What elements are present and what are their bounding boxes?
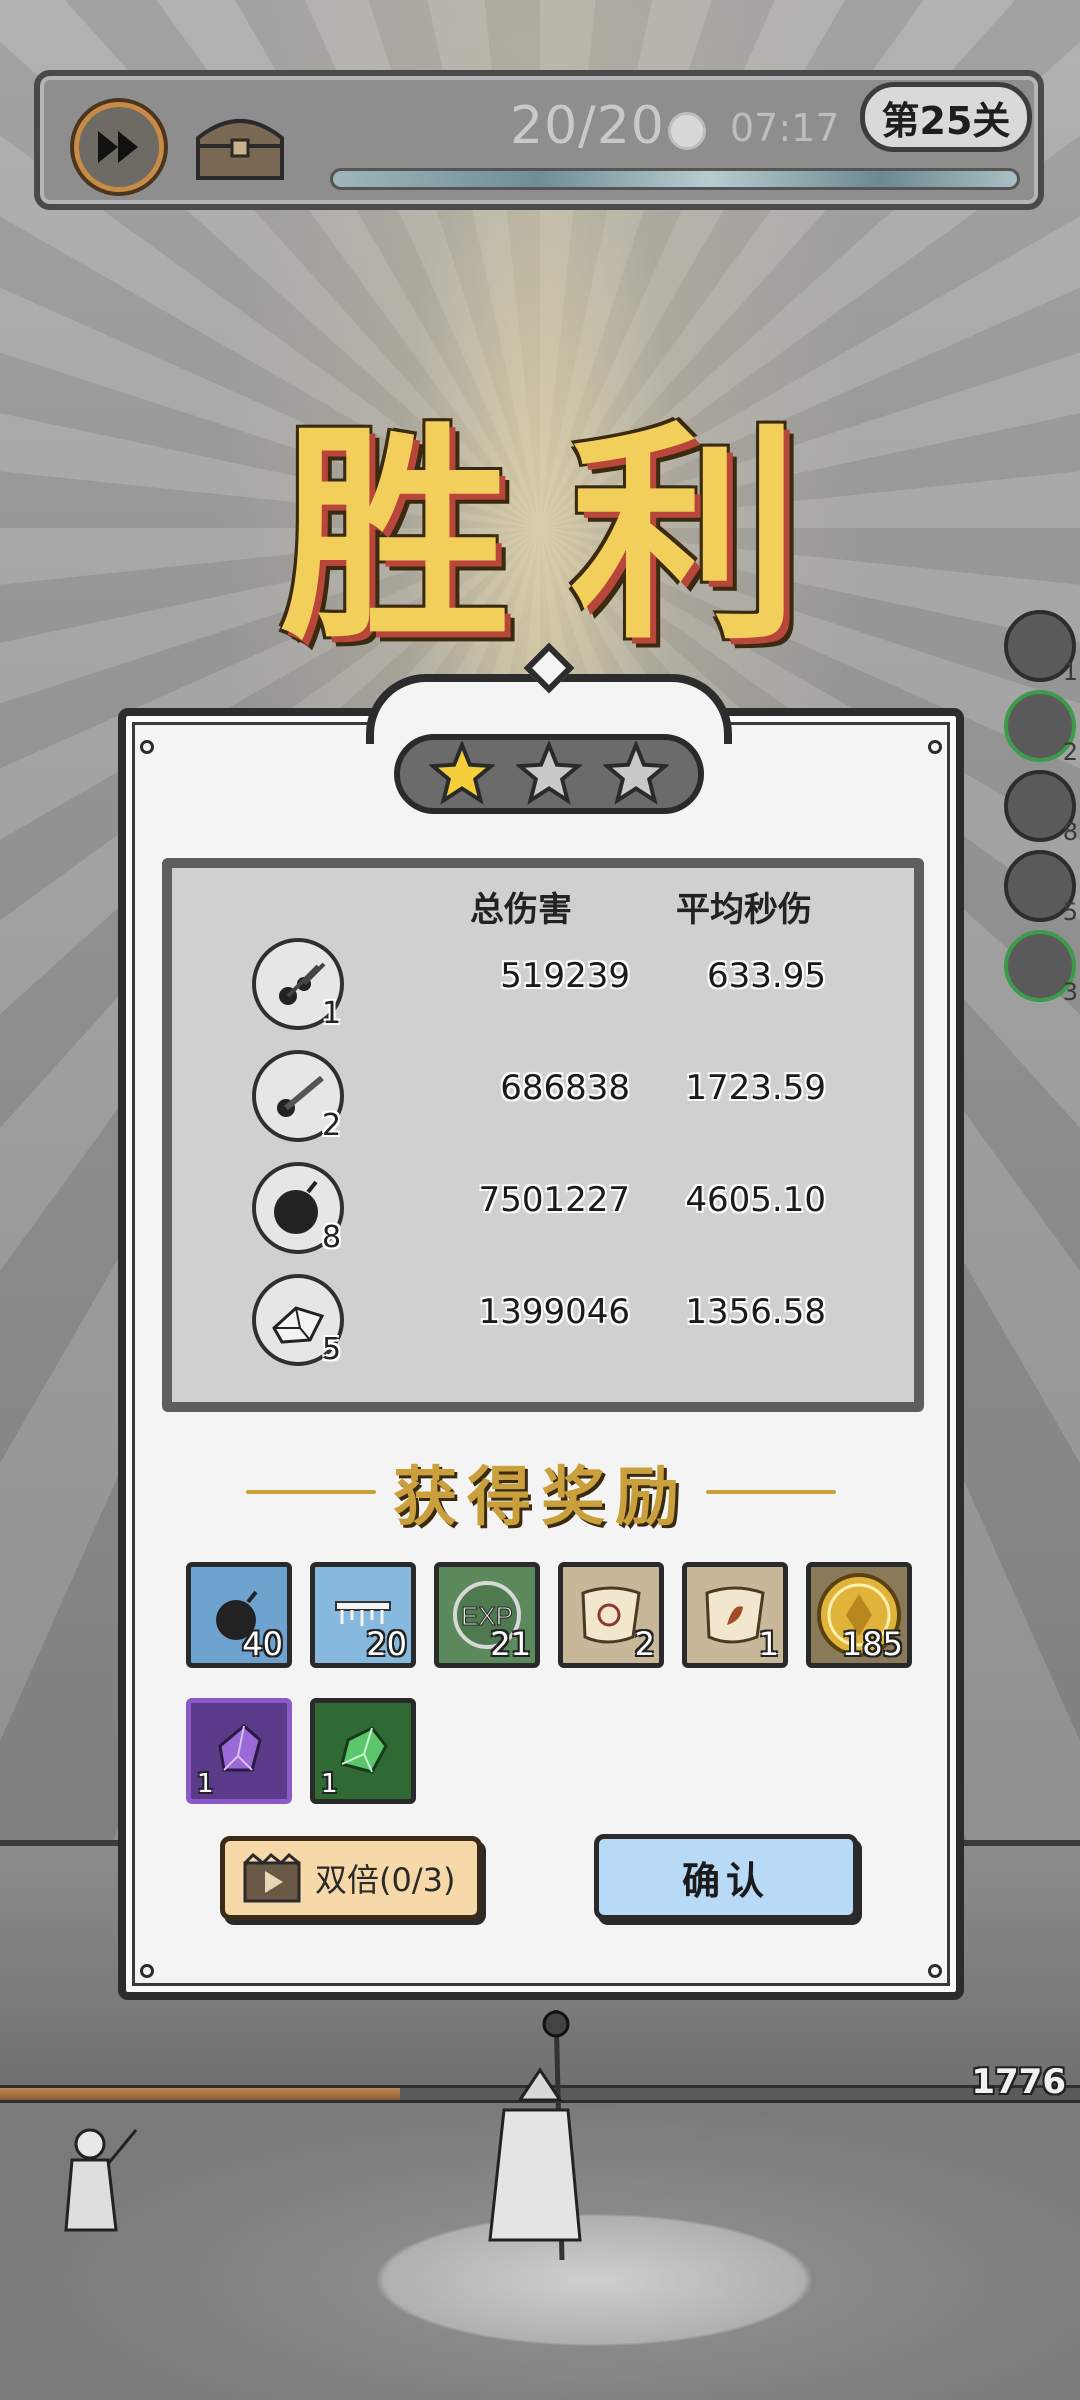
skill-level: 8 <box>322 1220 342 1255</box>
total-damage-value: 7501227 <box>478 1180 630 1220</box>
double-button-label: 双倍(0/3) <box>315 1861 456 1899</box>
side-skill-slot: 1 <box>1004 610 1078 686</box>
side-skill-slot: 2 <box>1004 690 1078 766</box>
dps-value: 1356.58 <box>685 1292 826 1332</box>
dps-value: 1723.59 <box>685 1068 826 1108</box>
confirm-button[interactable]: 确认 <box>594 1834 858 1920</box>
mage-figure-icon <box>488 2010 582 2261</box>
speed-button[interactable] <box>74 102 164 192</box>
side-skill-slot: 8 <box>1004 770 1078 846</box>
victory-title: 胜利 <box>280 401 860 671</box>
chest-button[interactable] <box>190 106 290 186</box>
reward-item[interactable]: 40 <box>186 1562 292 1668</box>
side-skill-slot: 5 <box>1004 850 1078 926</box>
side-skill-slot: 3 <box>1004 930 1078 1006</box>
wall-hp-value: 1776 <box>971 2062 1066 2102</box>
star-empty-icon <box>515 741 582 805</box>
header-total-damage: 总伤害 <box>470 890 572 930</box>
result-panel: 总伤害 平均秒伤 1 519239 633.95 2 686838 1723.5… <box>118 642 964 2000</box>
battle-timer: 07:17 <box>730 106 840 150</box>
side-skill-column: 1 2 8 5 3 <box>1000 610 1080 1010</box>
treasure-chest-icon <box>196 119 284 180</box>
reward-item[interactable]: 185 <box>806 1562 912 1668</box>
reward-item[interactable]: 1 <box>682 1562 788 1668</box>
reward-item[interactable]: 2 <box>558 1562 664 1668</box>
table-row: 8 7501227 4605.10 <box>172 1162 914 1262</box>
star-rating <box>394 734 704 814</box>
wave-progress-track <box>330 168 1020 190</box>
reward-item[interactable]: EXP 21 <box>434 1562 540 1668</box>
video-ad-icon <box>243 1853 301 1903</box>
reward-item[interactable]: 20 <box>310 1562 416 1668</box>
table-row: 1 519239 633.95 <box>172 938 914 1038</box>
table-row: 5 1399046 1356.58 <box>172 1274 914 1374</box>
title-divider <box>706 1490 836 1494</box>
dps-value: 4605.10 <box>685 1180 826 1220</box>
double-reward-button[interactable]: 双倍(0/3) <box>220 1836 482 1920</box>
archer-figure-icon <box>64 2128 138 2232</box>
reward-item[interactable]: 1 <box>186 1698 292 1804</box>
reward-item[interactable]: 1 <box>310 1698 416 1804</box>
skill-level: 2 <box>322 1108 342 1143</box>
dps-value: 633.95 <box>707 956 826 996</box>
skill-level: 1 <box>322 996 342 1031</box>
top-hud: 20/20 07:17 第25关 <box>34 70 1044 210</box>
green-crystal-icon <box>340 1726 388 1774</box>
star-empty-icon <box>603 741 670 805</box>
wave-counter: 20/20 <box>510 96 665 156</box>
damage-stats-table: 总伤害 平均秒伤 1 519239 633.95 2 686838 1723.5… <box>162 858 924 1412</box>
total-damage-value: 686838 <box>500 1068 630 1108</box>
skill-level: 5 <box>322 1332 342 1367</box>
table-row: 2 686838 1723.59 <box>172 1050 914 1150</box>
level-badge: 第25关 <box>860 82 1032 152</box>
header-average-dps: 平均秒伤 <box>676 890 812 930</box>
total-damage-value: 1399046 <box>478 1292 630 1332</box>
clock-icon <box>668 112 706 150</box>
fast-forward-icon <box>98 131 138 163</box>
star-filled-icon <box>428 741 495 805</box>
purple-crystal-icon <box>218 1724 262 1772</box>
total-damage-value: 519239 <box>500 956 630 996</box>
